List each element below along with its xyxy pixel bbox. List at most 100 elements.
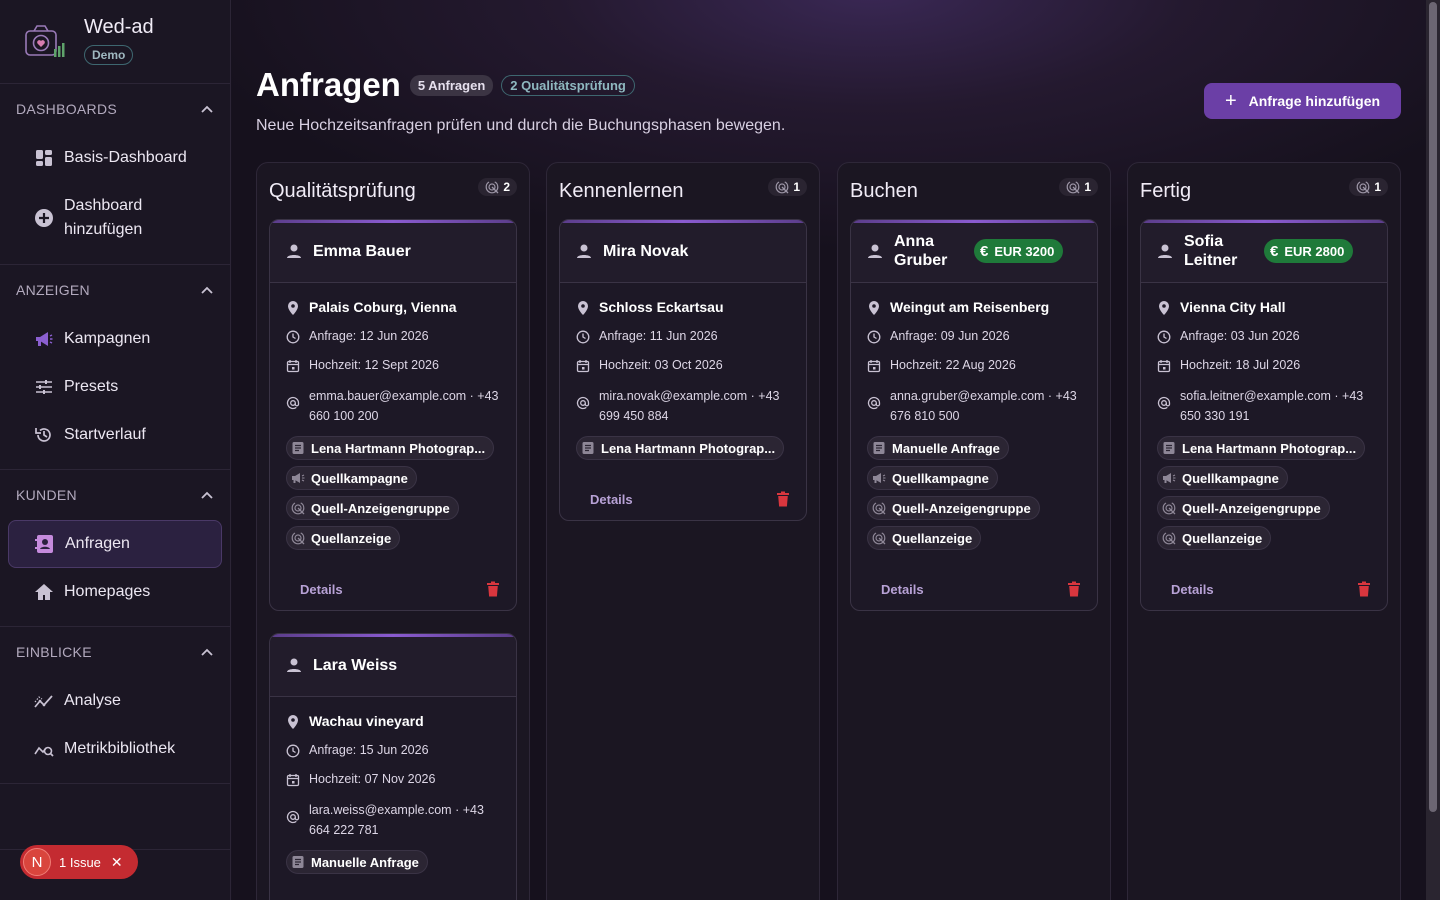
location-pin-icon <box>869 301 879 315</box>
inquiry-count-badge: 5 Anfragen <box>409 74 494 96</box>
metric-search-icon <box>34 739 54 759</box>
calendar-icon <box>286 360 300 373</box>
column-header: Qualitätsprüfung 2 <box>257 163 529 219</box>
target-icon <box>1162 531 1176 545</box>
sliders-icon <box>34 377 54 397</box>
location-pin-icon <box>578 301 588 315</box>
at-sign-icon <box>867 396 881 410</box>
inquiry-card[interactable]: Anna Gruber € EUR 3200 Weingut am Reisenb… <box>850 219 1098 611</box>
tag-label: Quell-Anzeigengruppe <box>311 500 450 516</box>
trash-icon[interactable] <box>776 491 790 507</box>
brand: Wed-ad Demo <box>0 0 230 84</box>
megaphone-icon <box>34 329 54 349</box>
kanban-column: Fertig 1 Sofia Leitner € EUR 2800 Vienna … <box>1127 162 1401 900</box>
sidebar-item-homepages[interactable]: Homepages <box>8 568 222 616</box>
inquiry-card[interactable]: Mira Novak Schloss Eckartsau Anfrage: 11… <box>559 219 807 521</box>
sidebar-section-header[interactable]: ANZEIGEN <box>0 265 230 315</box>
column-count-badge: 2 <box>478 178 517 196</box>
column-count-badge: 1 <box>1349 178 1388 196</box>
issue-letter: N <box>23 848 51 876</box>
inquiry-date-row: Anfrage: 11 Jun 2026 <box>576 328 790 345</box>
demo-badge: Demo <box>84 45 134 65</box>
trash-icon[interactable] <box>1067 581 1081 597</box>
sidebar-section-header[interactable]: KUNDEN <box>0 470 230 520</box>
megaphone-icon <box>1163 473 1176 483</box>
wedding-date: Hochzeit: 07 Nov 2026 <box>309 772 436 786</box>
issue-label: 1 Issue <box>59 854 101 870</box>
sidebar-section-header[interactable]: EINBLICKE <box>0 627 230 677</box>
scrollbar-thumb[interactable] <box>1429 2 1437 812</box>
sidebar-item-metrikbibliothek[interactable]: Metrikbibliothek <box>8 725 222 773</box>
location-pin-icon <box>288 715 298 729</box>
chevron-up-icon[interactable] <box>200 645 214 659</box>
sidebar-item-label: Basis-Dashboard <box>64 149 187 166</box>
chevron-up-icon[interactable] <box>200 102 214 116</box>
trash-icon[interactable] <box>486 581 500 597</box>
sidebar-item-anfragen[interactable]: Anfragen <box>8 520 222 568</box>
sidebar-item-analyse[interactable]: Analyse <box>8 677 222 725</box>
details-link[interactable]: Details <box>881 582 924 597</box>
column-header: Kennenlernen 1 <box>547 163 819 219</box>
card-body: Schloss Eckartsau Anfrage: 11 Jun 2026 H… <box>560 283 806 466</box>
chevron-up-icon[interactable] <box>200 283 214 297</box>
home-icon <box>34 582 54 602</box>
column-title: Buchen <box>850 179 918 202</box>
location-pin-icon <box>288 301 298 315</box>
megaphone-icon <box>292 473 305 483</box>
trash-icon[interactable] <box>1357 581 1371 597</box>
venue: Schloss Eckartsau <box>599 299 724 315</box>
sidebar-item-presets[interactable]: Presets <box>8 363 222 411</box>
contact-info: emma.bauer@example.com · +43 660 100 200 <box>309 389 499 423</box>
issue-indicator[interactable]: N 1 Issue ✕ <box>20 845 138 879</box>
sidebar-item-startverlauf[interactable]: Startverlauf <box>8 411 222 459</box>
sidebar-section-title: ANZEIGEN <box>16 282 90 298</box>
inquiry-date: Anfrage: 03 Jun 2026 <box>1180 329 1300 343</box>
source-tag: Quellkampagne <box>1157 466 1288 490</box>
card-header: Mira Novak <box>560 220 806 283</box>
main-content: Anfragen 5 Anfragen 2 Qualitätsprüfung N… <box>232 0 1426 900</box>
target-icon <box>775 180 789 194</box>
price-value: EUR 2800 <box>1284 243 1345 259</box>
calendar-icon <box>576 360 590 373</box>
tag-label: Quellkampagne <box>892 470 989 486</box>
contact-info: sofia.leitner@example.com · +43 650 330 … <box>1180 389 1364 423</box>
chevron-up-icon[interactable] <box>200 488 214 502</box>
contact-row: anna.gruber@example.com · +43 676 810 50… <box>867 386 1081 426</box>
inquiry-date-row: Anfrage: 09 Jun 2026 <box>867 328 1081 345</box>
sidebar-item-kampagnen[interactable]: Kampagnen <box>8 315 222 363</box>
source-tag: Manuelle Anfrage <box>867 436 1009 460</box>
sidebar-section-header[interactable]: DASHBOARDS <box>0 84 230 134</box>
inquiry-card[interactable]: Emma Bauer Palais Coburg, Vienna Anfrage… <box>269 219 517 611</box>
tag-label: Quell-Anzeigengruppe <box>892 500 1031 516</box>
person-icon <box>287 244 301 258</box>
sidebar-item-basis-dashboard[interactable]: Basis-Dashboard <box>8 134 222 182</box>
close-icon[interactable]: ✕ <box>111 854 123 871</box>
at-sign-icon <box>286 396 300 410</box>
contact-row: sofia.leitner@example.com · +43 650 330 … <box>1157 386 1371 426</box>
dashboard-icon <box>34 148 54 168</box>
sidebar-item-label: Presets <box>64 378 119 395</box>
tag-label: Quellkampagne <box>1182 470 1279 486</box>
tag-list: Lena Hartmann Photograp... Quellkampagne Q… <box>286 436 500 556</box>
source-tag: Quellkampagne <box>867 466 998 490</box>
document-icon <box>292 442 304 454</box>
megaphone-icon <box>873 473 886 483</box>
column-header: Buchen 1 <box>838 163 1110 219</box>
wedding-date: Hochzeit: 18 Jul 2026 <box>1180 358 1301 372</box>
details-link[interactable]: Details <box>1171 582 1214 597</box>
document-icon <box>582 442 594 454</box>
page-scrollbar[interactable] <box>1426 0 1440 900</box>
add-inquiry-button[interactable]: + Anfrage hinzufügen <box>1204 83 1401 119</box>
inquiry-card[interactable]: Lara Weiss Wachau vineyard Anfrage: 15 J… <box>269 633 517 900</box>
details-link[interactable]: Details <box>590 492 633 507</box>
sidebar-item-dashboard-hinzuf-gen[interactable]: Dashboard hinzufügen <box>8 182 222 254</box>
inquiry-card[interactable]: Sofia Leitner € EUR 2800 Vienna City Hall… <box>1140 219 1388 611</box>
wedding-date-row: Hochzeit: 07 Nov 2026 <box>286 771 500 788</box>
column-header: Fertig 1 <box>1128 163 1400 219</box>
target-icon <box>485 180 499 194</box>
venue-row: Palais Coburg, Vienna <box>286 299 500 316</box>
sidebar-section: KUNDEN Anfragen Homepages <box>0 470 230 627</box>
details-link[interactable]: Details <box>300 582 343 597</box>
column-title: Kennenlernen <box>559 179 684 202</box>
tag-list: Lena Hartmann Photograp... Quellkampagne Q… <box>1157 436 1371 556</box>
